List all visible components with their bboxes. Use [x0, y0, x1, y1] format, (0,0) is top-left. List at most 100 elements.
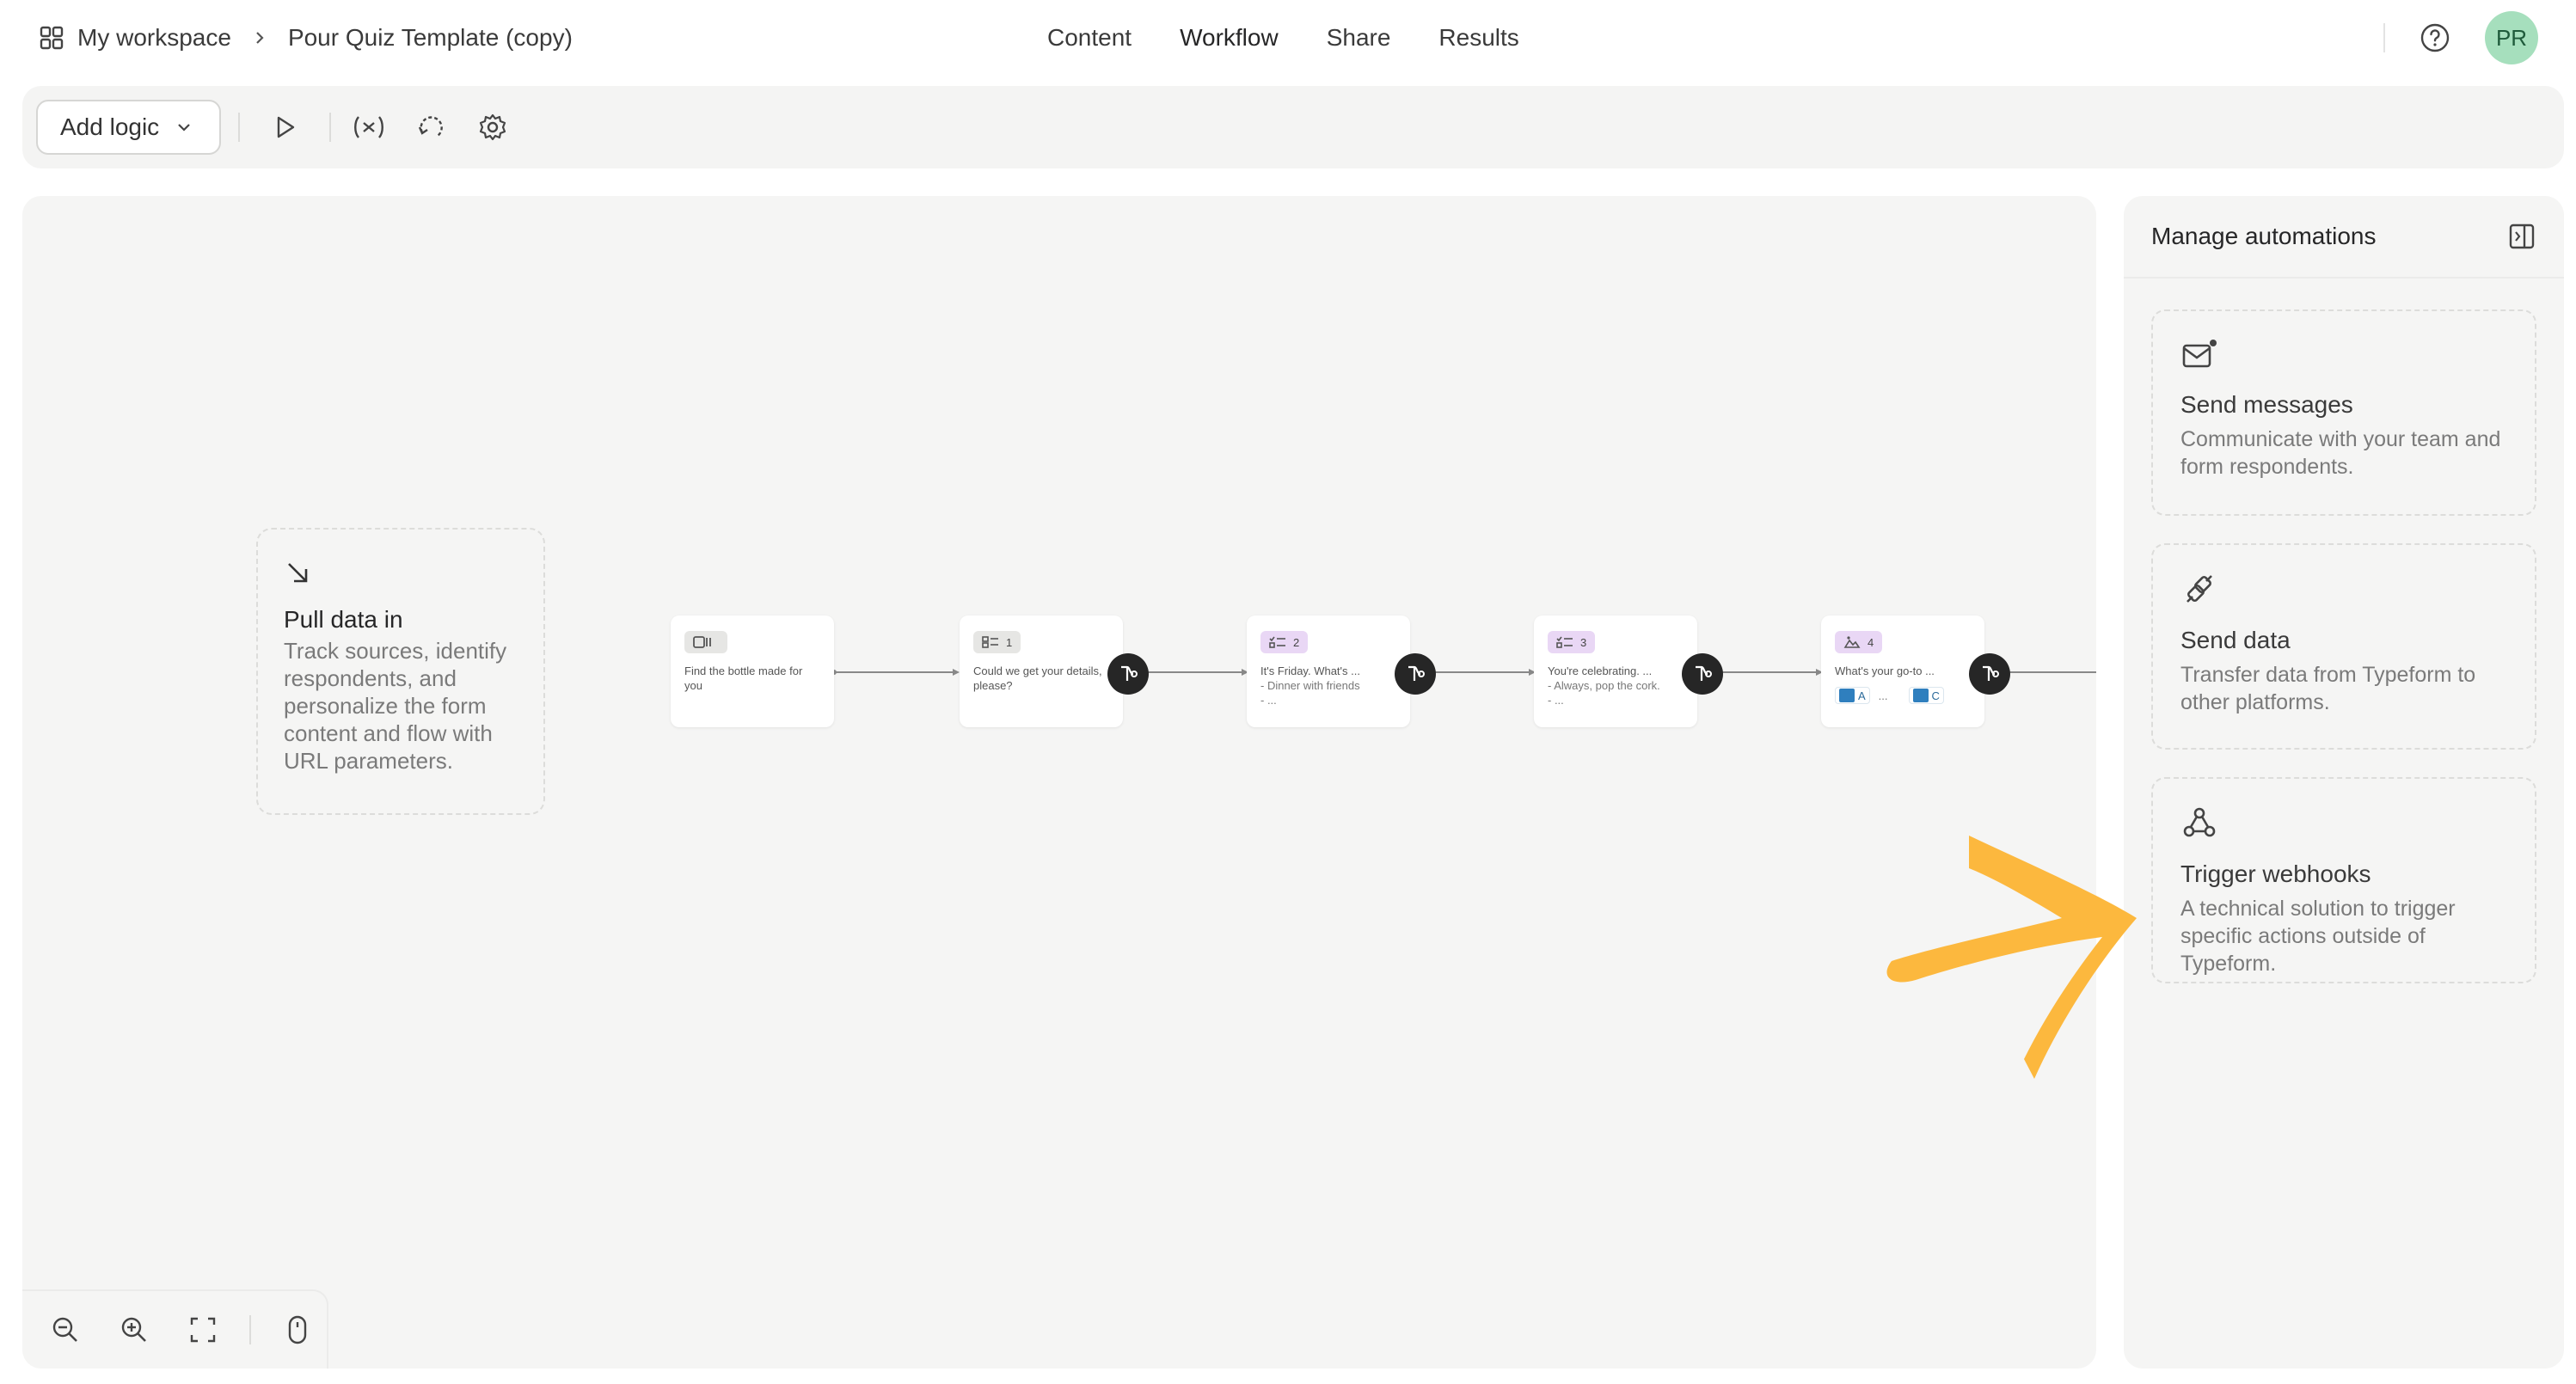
breadcrumb: My workspace Pour Quiz Template (copy)	[38, 19, 573, 57]
branch-button[interactable]	[1682, 653, 1723, 695]
branch-icon	[1121, 665, 1138, 681]
settings-button[interactable]	[469, 103, 517, 151]
question-node-4[interactable]: 4 What's your go-to ... A ... C	[1821, 615, 1984, 727]
gear-icon	[480, 113, 506, 141]
trigger-webhooks-card[interactable]: Trigger webhooks A technical solution to…	[2151, 777, 2536, 983]
send-data-title: Send data	[2180, 627, 2291, 653]
tab-workflow[interactable]: Workflow	[1180, 24, 1279, 52]
help-icon[interactable]	[2420, 22, 2450, 53]
mouse-icon	[288, 1315, 307, 1344]
annotation-arrow-icon	[1886, 836, 2137, 1079]
zoom-out-icon	[52, 1317, 77, 1342]
zoom-out-button[interactable]	[43, 1307, 88, 1352]
node-text: What's your go-to ...	[1835, 664, 1935, 677]
question-number: 3	[1580, 635, 1587, 649]
breadcrumb-workspace[interactable]: My workspace	[77, 24, 231, 52]
chevron-down-icon	[178, 124, 190, 132]
variable-icon	[354, 116, 384, 138]
top-bar: My workspace Pour Quiz Template (copy) C…	[0, 0, 2576, 76]
workspace-grid-icon[interactable]	[38, 24, 65, 52]
chevron-right-icon	[256, 32, 264, 44]
preview-button[interactable]	[261, 103, 309, 151]
add-logic-label: Add logic	[60, 113, 160, 140]
zoom-controls	[22, 1289, 328, 1369]
contact-info-icon	[982, 636, 998, 648]
trigger-webhooks-title: Trigger webhooks	[2180, 860, 2371, 887]
node-choice: - Always, pop the cork.	[1548, 679, 1660, 692]
node-text: Could we get your details, please?	[973, 664, 1102, 692]
breadcrumb-form[interactable]: Pour Quiz Template (copy)	[288, 24, 573, 52]
tab-results[interactable]: Results	[1438, 24, 1518, 52]
zoom-in-icon	[121, 1317, 146, 1342]
webhook-icon	[2183, 807, 2216, 837]
send-data-description: Transfer data from Typeform to other pla…	[2180, 663, 2476, 714]
question-number: 2	[1293, 635, 1300, 649]
toolbar-divider	[238, 113, 241, 142]
node-text: It's Friday. What's ...	[1260, 664, 1360, 677]
branch-button[interactable]	[1395, 653, 1436, 695]
branch-icon	[1696, 665, 1712, 681]
multiple-choice-icon	[1269, 636, 1285, 648]
send-messages-description: Communicate with your team and form resp…	[2180, 427, 2501, 479]
picture-choices: A ... C	[1835, 687, 1971, 704]
question-badge: 3	[1548, 631, 1596, 653]
fit-to-screen-button[interactable]	[181, 1307, 225, 1352]
mail-icon	[2182, 340, 2217, 368]
send-messages-title: Send messages	[2180, 391, 2353, 418]
picture-choice-icon	[1843, 636, 1861, 648]
question-node-2[interactable]: 2 It's Friday. What's ... - Dinner with …	[1247, 615, 1410, 727]
picture-choice-ellipsis: ...	[1878, 689, 1888, 702]
question-badge: 4	[1835, 631, 1883, 653]
picture-choice-letter: C	[1931, 689, 1940, 702]
multiple-choice-icon	[1556, 636, 1573, 648]
node-choice-more: - ...	[1548, 694, 1564, 707]
picture-choice-letter: A	[1858, 689, 1866, 702]
node-choice: - Dinner with friends	[1260, 679, 1360, 692]
branch-button[interactable]	[1969, 653, 2010, 695]
dashed-refresh-icon	[419, 116, 444, 137]
question-badge: 1	[973, 631, 1021, 653]
question-node-1[interactable]: 1 Could we get your details, please?	[960, 615, 1123, 727]
welcome-screen-node[interactable]: Find the bottle made for you	[671, 615, 834, 727]
mouse-mode-button[interactable]	[275, 1307, 320, 1352]
node-text: Find the bottle made for you	[684, 664, 803, 692]
question-number: 4	[1868, 635, 1874, 649]
welcome-screen-icon	[693, 636, 711, 648]
logic-toolbar: Add logic	[22, 86, 2564, 168]
add-logic-button[interactable]: Add logic	[36, 100, 222, 155]
avatar[interactable]: PR	[2485, 11, 2538, 64]
image-icon	[1839, 689, 1855, 702]
variables-button[interactable]	[345, 103, 393, 151]
image-icon	[1912, 689, 1929, 702]
divider	[2383, 23, 2385, 52]
branch-button[interactable]	[1107, 653, 1149, 695]
send-messages-card[interactable]: Send messages Communicate with your team…	[2151, 309, 2536, 516]
panel-header: Manage automations	[2124, 196, 2564, 279]
restore-button[interactable]	[407, 103, 455, 151]
picture-choice: C	[1908, 687, 1944, 704]
toolbar-divider	[329, 113, 332, 142]
node-choice-more: - ...	[1260, 694, 1277, 707]
panel-title: Manage automations	[2151, 223, 2377, 249]
branch-icon	[1983, 665, 1999, 681]
question-number: 1	[1006, 635, 1013, 649]
workflow-canvas[interactable]: Pull data in Track sources, identify res…	[22, 196, 2096, 1369]
send-data-card[interactable]: Send data Transfer data from Typeform to…	[2151, 543, 2536, 750]
branch-icon	[1408, 665, 1425, 681]
zoom-in-button[interactable]	[112, 1307, 156, 1352]
plug-icon	[2187, 575, 2212, 603]
question-badge: 2	[1260, 631, 1309, 653]
node-text: You're celebrating. ...	[1548, 664, 1653, 677]
picture-choice: A	[1835, 687, 1870, 704]
main-nav: Content Workflow Share Results	[1047, 19, 1519, 57]
tab-share[interactable]: Share	[1327, 24, 1391, 52]
manage-automations-panel: Manage automations Send messages Communi…	[2124, 196, 2564, 1369]
play-icon	[277, 116, 295, 138]
welcome-badge	[684, 631, 727, 653]
zoom-divider	[249, 1315, 251, 1344]
top-right-actions: PR	[2383, 11, 2538, 64]
expand-icon	[190, 1317, 216, 1343]
tab-content[interactable]: Content	[1047, 24, 1132, 52]
collapse-panel-icon[interactable]	[2507, 222, 2536, 251]
question-node-3[interactable]: 3 You're celebrating. ... - Always, pop …	[1534, 615, 1697, 727]
